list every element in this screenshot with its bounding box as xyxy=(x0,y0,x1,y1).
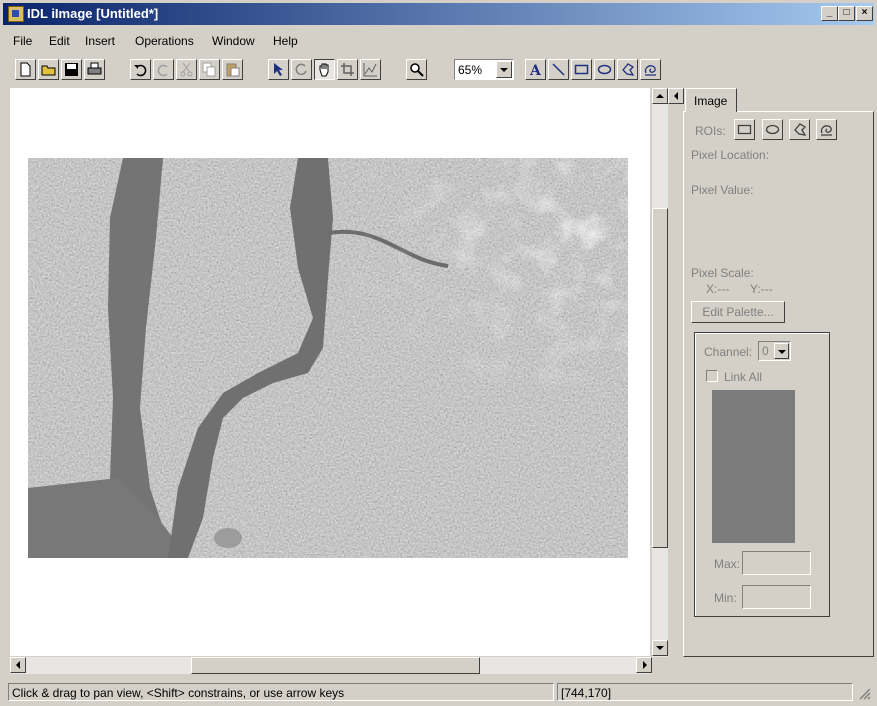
minimize-button[interactable]: _ xyxy=(821,6,838,21)
ellipse-icon[interactable] xyxy=(594,59,615,80)
menu-edit[interactable]: Edit xyxy=(49,34,70,48)
freehand-icon[interactable] xyxy=(640,59,661,80)
menu-window[interactable]: Window xyxy=(212,34,255,48)
text-annotation-icon[interactable]: A xyxy=(525,59,546,80)
min-field[interactable] xyxy=(742,585,811,609)
roi-freehand-icon[interactable] xyxy=(816,119,837,140)
horizontal-scroll-thumb[interactable] xyxy=(191,657,480,674)
save-disk-icon[interactable] xyxy=(61,59,82,80)
vertical-scroll-thumb[interactable] xyxy=(652,208,668,548)
channel-select[interactable]: 0 xyxy=(758,341,791,361)
zoom-select[interactable]: 65% xyxy=(454,59,514,80)
status-coords-pane: [744,170] xyxy=(557,683,853,701)
toolbar: 65% A xyxy=(3,56,874,86)
status-coords: [744,170] xyxy=(561,686,612,700)
title-bar: IDL iImage [Untitled*] _ □ × xyxy=(3,3,874,25)
svg-text:A: A xyxy=(529,63,542,77)
scroll-down-button[interactable] xyxy=(652,640,668,656)
pan-hand-icon[interactable] xyxy=(314,59,335,80)
vertical-scrollbar[interactable] xyxy=(652,88,668,657)
scroll-right-button[interactable] xyxy=(636,657,652,673)
pixel-scale-x: X:--- xyxy=(706,282,730,296)
roi-polygon-icon[interactable] xyxy=(789,119,810,140)
maximize-button[interactable]: □ xyxy=(838,6,855,21)
link-all-checkbox[interactable] xyxy=(706,370,718,382)
print-icon[interactable] xyxy=(84,59,105,80)
pixel-scale-y: Y:--- xyxy=(750,282,773,296)
paste-icon[interactable] xyxy=(222,59,243,80)
channel-value: 0 xyxy=(762,344,769,358)
redo-icon[interactable] xyxy=(153,59,174,80)
tab-image-label: Image xyxy=(694,94,728,108)
menu-operations[interactable]: Operations xyxy=(135,34,194,48)
roi-ellipse-icon[interactable] xyxy=(762,119,783,140)
cut-icon[interactable] xyxy=(176,59,197,80)
satellite-image[interactable] xyxy=(28,158,628,558)
edit-palette-button[interactable]: Edit Palette... xyxy=(691,301,785,323)
status-message-pane: Click & drag to pan view, <Shift> constr… xyxy=(8,683,554,701)
menu-bar: File Edit Insert Operations Window Help xyxy=(3,27,874,52)
menu-file[interactable]: File xyxy=(13,34,32,48)
palette-preview xyxy=(712,390,795,543)
close-button[interactable]: × xyxy=(856,6,873,21)
chevron-down-icon[interactable] xyxy=(496,61,512,78)
rotate-icon[interactable] xyxy=(291,59,312,80)
line-icon[interactable] xyxy=(548,59,569,80)
app-icon[interactable] xyxy=(8,6,24,22)
resize-grip-icon[interactable] xyxy=(857,686,871,700)
chevron-down-icon[interactable] xyxy=(774,343,789,359)
new-file-icon[interactable] xyxy=(15,59,36,80)
max-label: Max: xyxy=(714,557,741,571)
min-label: Min: xyxy=(714,591,737,605)
pixel-location-label: Pixel Location: xyxy=(691,148,770,162)
window-title: IDL iImage [Untitled*] xyxy=(27,6,159,21)
zoom-value: 65% xyxy=(458,63,483,77)
tab-image[interactable]: Image xyxy=(685,88,737,112)
undo-icon[interactable] xyxy=(130,59,151,80)
line-profile-icon[interactable] xyxy=(360,59,381,80)
rois-label: ROIs: xyxy=(695,124,726,138)
status-message: Click & drag to pan view, <Shift> constr… xyxy=(12,686,345,700)
polygon-icon[interactable] xyxy=(617,59,638,80)
channel-label: Channel: xyxy=(704,345,753,359)
crop-icon[interactable] xyxy=(337,59,358,80)
scroll-up-button[interactable] xyxy=(652,88,668,104)
horizontal-scrollbar[interactable] xyxy=(10,657,652,674)
max-field[interactable] xyxy=(742,551,811,575)
pixel-value-label: Pixel Value: xyxy=(691,183,754,197)
collapse-panel-button[interactable] xyxy=(668,88,684,104)
image-canvas[interactable] xyxy=(10,88,650,656)
open-folder-icon[interactable] xyxy=(38,59,59,80)
roi-rectangle-icon[interactable] xyxy=(734,119,755,140)
pixel-scale-label: Pixel Scale: xyxy=(691,266,754,280)
menu-insert[interactable]: Insert xyxy=(85,34,115,48)
menu-help[interactable]: Help xyxy=(273,34,298,48)
zoom-magnifier-icon[interactable] xyxy=(406,59,427,80)
select-arrow-icon[interactable] xyxy=(268,59,289,80)
copy-icon[interactable] xyxy=(199,59,220,80)
rectangle-icon[interactable] xyxy=(571,59,592,80)
scroll-left-button[interactable] xyxy=(10,657,26,673)
link-all-label: Link All xyxy=(724,370,763,384)
